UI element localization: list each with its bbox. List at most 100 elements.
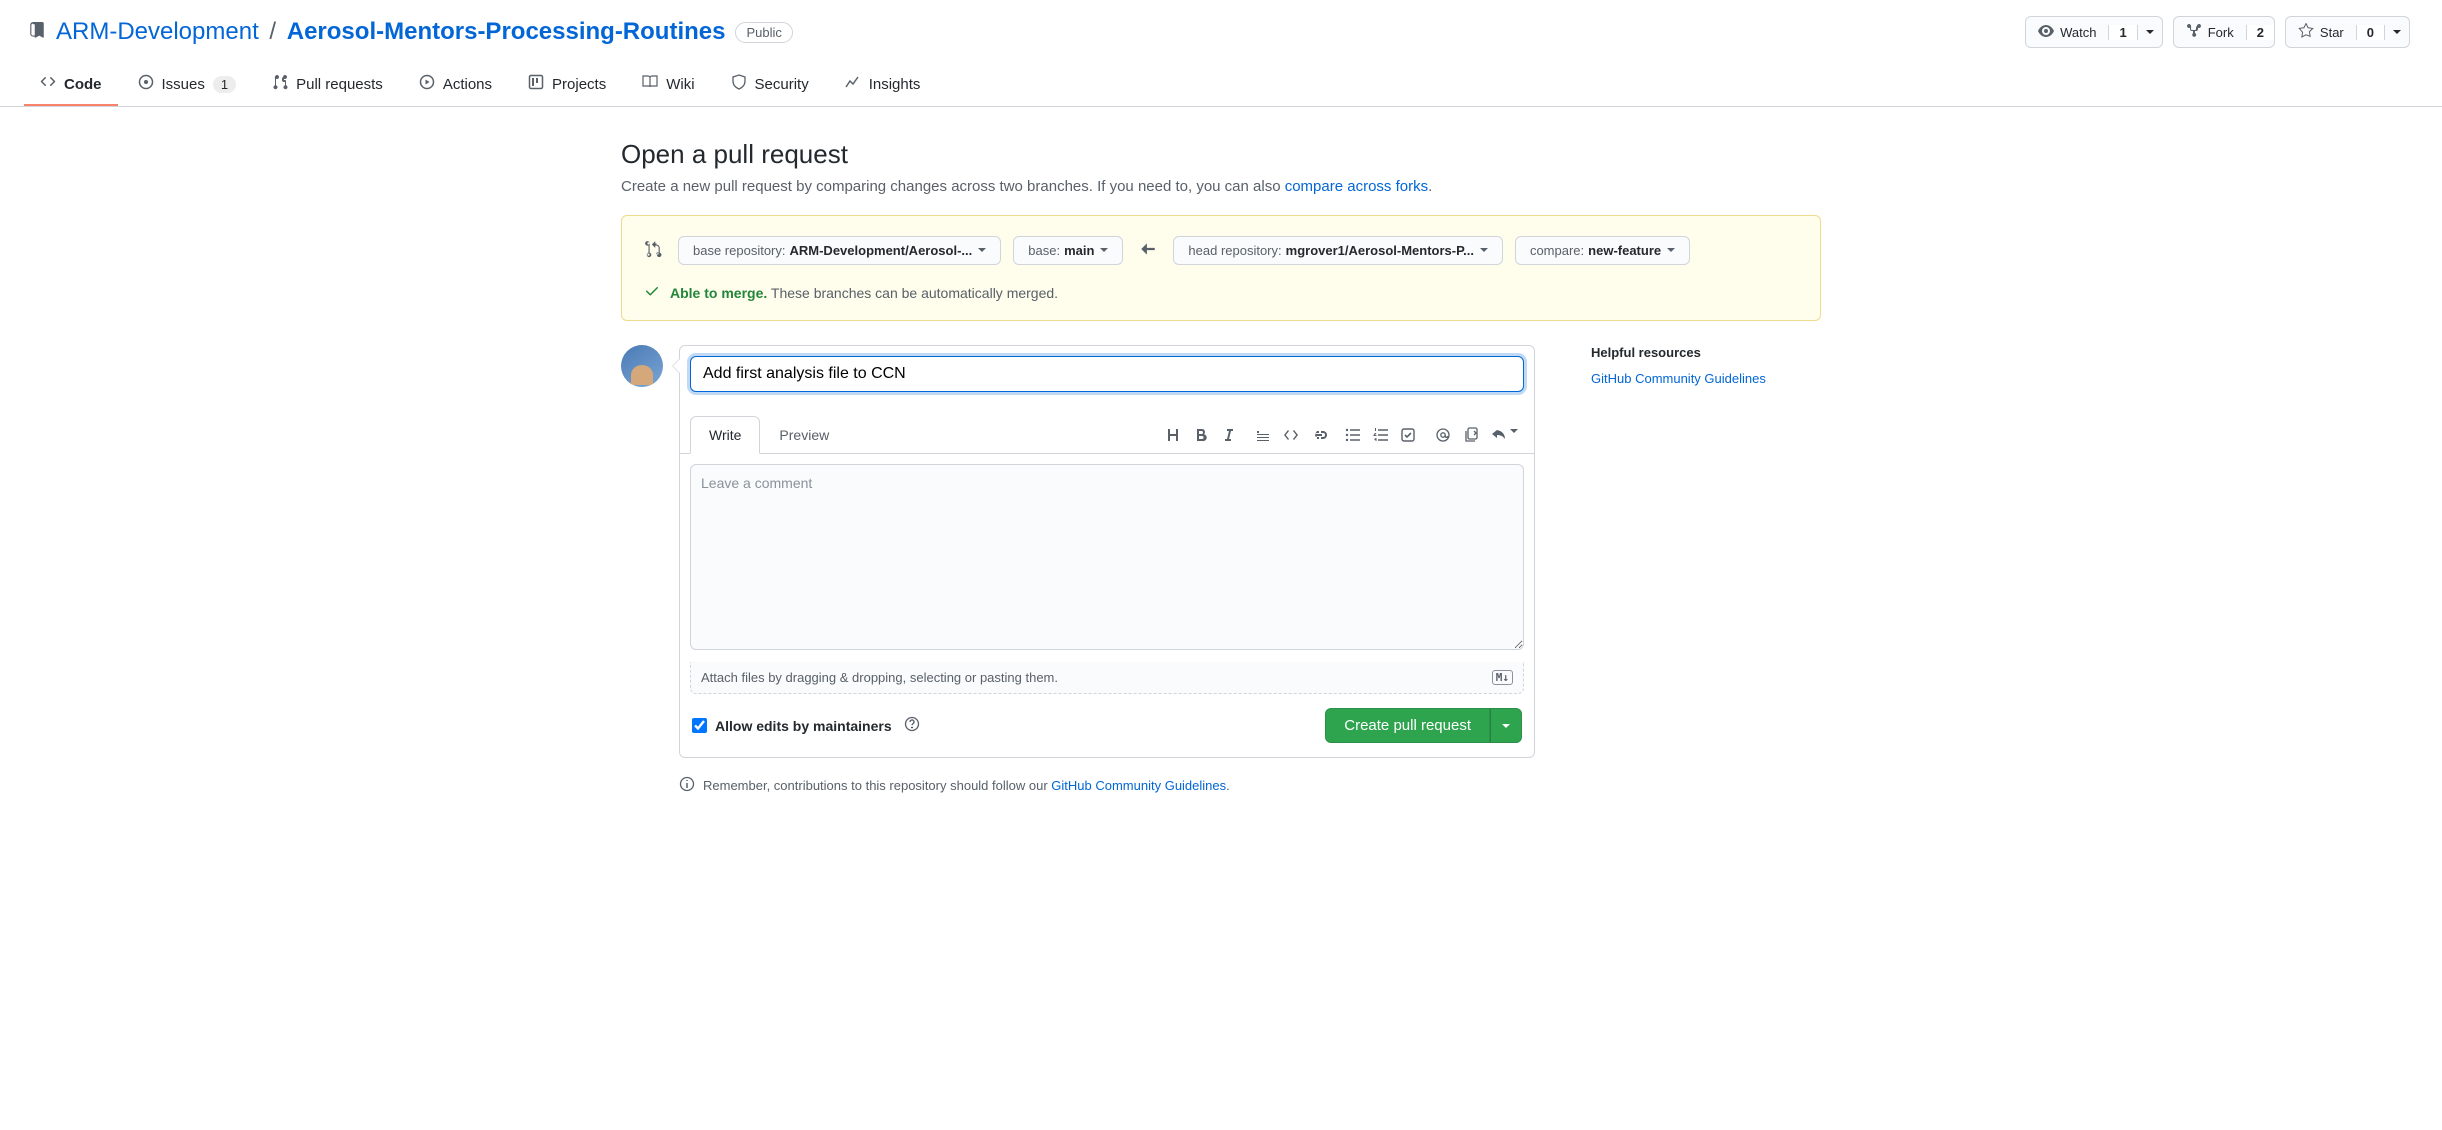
watch-count[interactable]: 1: [2108, 25, 2136, 40]
page-title: Open a pull request: [621, 139, 1821, 170]
head-repo-select[interactable]: head repository: mgrover1/Aerosol-Mentor…: [1173, 236, 1503, 265]
italic-icon[interactable]: [1221, 427, 1237, 443]
quote-icon[interactable]: [1255, 427, 1271, 443]
create-pr-button[interactable]: Create pull request: [1325, 708, 1490, 743]
tab-security-label: Security: [755, 76, 809, 93]
tab-wiki-label: Wiki: [666, 76, 694, 93]
pull-request-icon: [272, 74, 288, 94]
repo-actions: Watch 1 Fork 2 Star 0: [2025, 16, 2410, 48]
compare-branch-label: compare:: [1530, 243, 1584, 258]
link-icon[interactable]: [1311, 427, 1327, 443]
sidebar-help-heading: Helpful resources: [1591, 345, 1821, 360]
tab-pulls-label: Pull requests: [296, 76, 383, 93]
base-branch-select[interactable]: base: main: [1013, 236, 1123, 265]
fork-label: Fork: [2208, 25, 2234, 40]
base-repo-label: base repository:: [693, 243, 786, 258]
star-label: Star: [2320, 25, 2344, 40]
form-body: Write Preview: [679, 345, 1535, 795]
footer-guidelines-link[interactable]: GitHub Community Guidelines: [1051, 778, 1226, 793]
chevron-down-icon: [1100, 248, 1108, 256]
compare-box: base repository: ARM-Development/Aerosol…: [621, 215, 1821, 321]
graph-icon: [845, 74, 861, 94]
watch-button[interactable]: Watch 1: [2025, 16, 2163, 48]
breadcrumb-owner-link[interactable]: ARM-Development: [56, 18, 259, 45]
watch-caret[interactable]: [2137, 25, 2162, 40]
shield-icon: [731, 74, 747, 94]
create-pr-dropdown[interactable]: [1490, 708, 1522, 743]
tab-wiki[interactable]: Wiki: [626, 64, 710, 106]
markdown-icon[interactable]: M↓: [1492, 670, 1513, 685]
cross-reference-icon[interactable]: [1463, 427, 1479, 443]
sidebar-help: Helpful resources GitHub Community Guide…: [1591, 345, 1821, 795]
fork-count[interactable]: 2: [2246, 25, 2274, 40]
tab-projects-label: Projects: [552, 76, 606, 93]
project-icon: [528, 74, 544, 94]
textarea-wrap: [680, 454, 1534, 663]
attach-bar[interactable]: Attach files by dragging & dropping, sel…: [690, 662, 1524, 694]
preview-tab[interactable]: Preview: [760, 416, 848, 454]
tab-code[interactable]: Code: [24, 64, 118, 106]
tab-actions-label: Actions: [443, 76, 492, 93]
tasklist-icon[interactable]: [1401, 427, 1417, 443]
comment-textarea[interactable]: [690, 464, 1524, 650]
git-compare-icon: [644, 240, 662, 261]
visibility-badge: Public: [735, 22, 792, 43]
chevron-down-icon: [1667, 248, 1675, 256]
code-icon: [40, 74, 56, 94]
breadcrumb-repo-link[interactable]: Aerosol-Mentors-Processing-Routines: [287, 18, 726, 45]
desc-suffix: .: [1428, 178, 1432, 195]
head-repo-value: mgrover1/Aerosol-Mentors-P...: [1286, 243, 1474, 258]
form-footer: Allow edits by maintainers Create pull r…: [680, 694, 1534, 757]
merge-rest-text: These branches can be automatically merg…: [771, 285, 1058, 301]
desc-prefix: Create a new pull request by comparing c…: [621, 178, 1285, 195]
chevron-down-icon: [1480, 248, 1488, 256]
heading-icon[interactable]: [1165, 427, 1181, 443]
tab-actions[interactable]: Actions: [403, 64, 508, 106]
mention-icon[interactable]: [1435, 427, 1451, 443]
base-repo-select[interactable]: base repository: ARM-Development/Aerosol…: [678, 236, 1001, 265]
tab-insights[interactable]: Insights: [829, 64, 937, 106]
tab-projects[interactable]: Projects: [512, 64, 622, 106]
fork-button[interactable]: Fork 2: [2173, 16, 2275, 48]
submit-group: Create pull request: [1325, 708, 1522, 743]
issues-count-badge: 1: [213, 76, 236, 93]
merge-status: Able to merge. These branches can be aut…: [644, 283, 1798, 302]
breadcrumb: ARM-Development / Aerosol-Mentors-Proces…: [56, 18, 725, 46]
pr-title-input[interactable]: [690, 356, 1524, 392]
info-icon: [679, 776, 695, 795]
footer-suffix: .: [1226, 778, 1230, 793]
breadcrumb-slash: /: [269, 18, 276, 45]
base-branch-label: base:: [1028, 243, 1060, 258]
write-tab[interactable]: Write: [690, 416, 760, 454]
avatar[interactable]: [621, 345, 663, 387]
head-repo-label: head repository:: [1188, 243, 1281, 258]
footer-prefix: Remember, contributions to this reposito…: [703, 778, 1051, 793]
reply-icon[interactable]: [1491, 427, 1518, 443]
tab-security[interactable]: Security: [715, 64, 825, 106]
footer-note: Remember, contributions to this reposito…: [679, 776, 1535, 795]
play-icon: [419, 74, 435, 94]
tab-pull-requests[interactable]: Pull requests: [256, 64, 399, 106]
ordered-list-icon[interactable]: [1373, 427, 1389, 443]
tab-code-label: Code: [64, 76, 102, 93]
star-button[interactable]: Star 0: [2285, 16, 2410, 48]
chevron-down-icon: [978, 248, 986, 256]
code-icon[interactable]: [1283, 427, 1299, 443]
allow-edits-checkbox[interactable]: [692, 718, 707, 733]
unordered-list-icon[interactable]: [1345, 427, 1361, 443]
base-repo-value: ARM-Development/Aerosol-...: [790, 243, 973, 258]
compare-branch-select[interactable]: compare: new-feature: [1515, 236, 1690, 265]
form-wrap: Write Preview: [621, 345, 1821, 795]
bold-icon[interactable]: [1193, 427, 1209, 443]
repo-icon: [28, 22, 46, 43]
check-icon: [644, 283, 660, 302]
allow-edits-checkbox-label[interactable]: Allow edits by maintainers: [692, 716, 920, 735]
editor-tab-bar: Write Preview: [680, 416, 1534, 454]
compare-forks-link[interactable]: compare across forks: [1285, 178, 1428, 195]
sidebar-help-link[interactable]: GitHub Community Guidelines: [1591, 371, 1766, 386]
star-caret[interactable]: [2384, 25, 2409, 40]
compare-branch-value: new-feature: [1588, 243, 1661, 258]
help-icon[interactable]: [904, 716, 920, 735]
tab-issues[interactable]: Issues 1: [122, 64, 253, 106]
star-count[interactable]: 0: [2356, 25, 2384, 40]
